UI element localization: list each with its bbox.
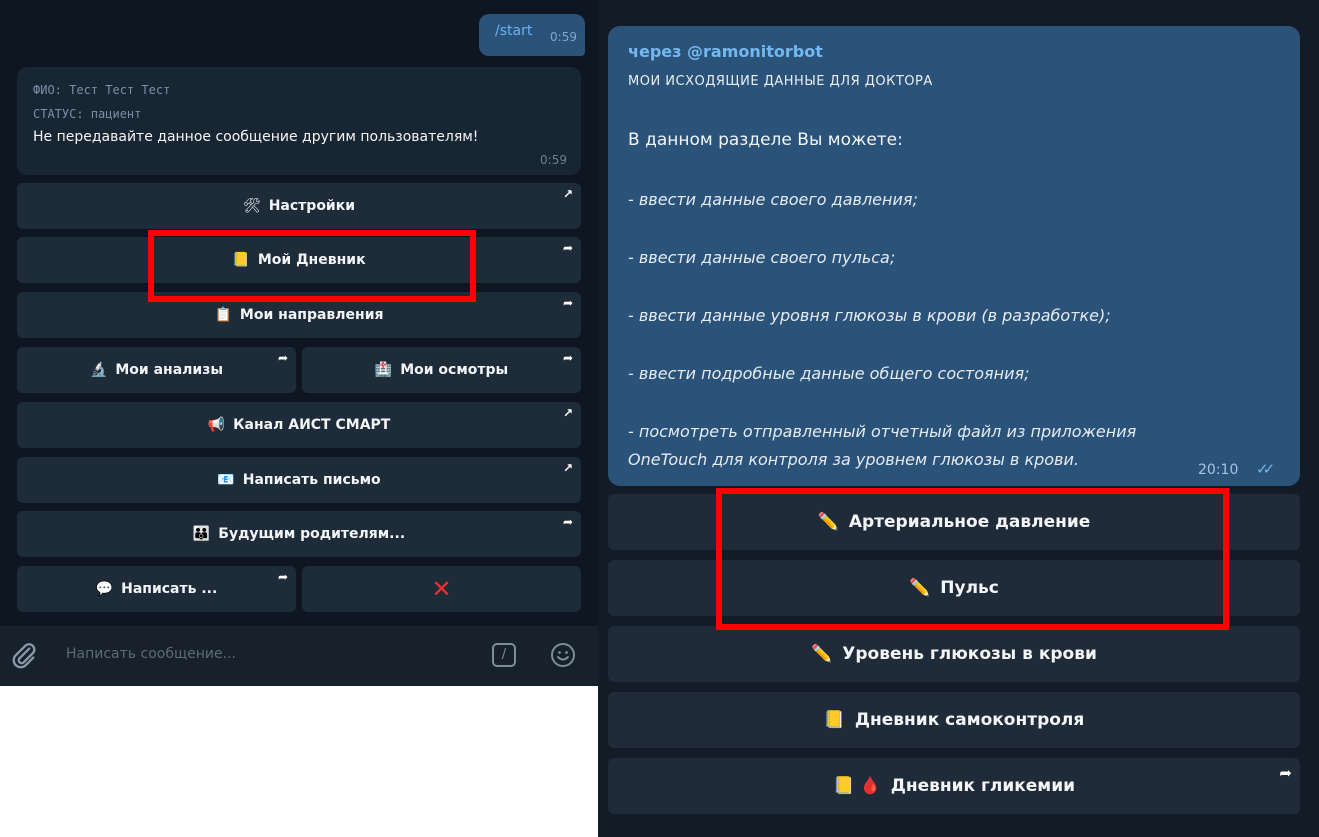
paperclip-icon[interactable] xyxy=(10,640,38,670)
channel-label: Канал АИСТ СМАРТ xyxy=(233,417,391,433)
tools-icon: 🛠 xyxy=(242,198,261,214)
right-chat-panel: через @ramonitorbot МОИ ИСХОДЯЩИЕ ДАННЫЕ… xyxy=(598,0,1319,837)
fio-line: ФИО: Тест Тест Тест xyxy=(33,83,171,97)
close-keyboard-button[interactable]: ✕ xyxy=(302,566,581,612)
glycemia-diary-button[interactable]: 📒 🩸 Дневник гликемии ➦ xyxy=(608,758,1300,814)
highlight-box-pressure-pulse xyxy=(716,488,1229,630)
highlight-box-diary xyxy=(148,230,476,302)
microscope-icon: 🔬 xyxy=(89,362,108,378)
slash-command-icon[interactable]: / xyxy=(492,643,516,667)
outgoing-text[interactable]: /start xyxy=(495,23,532,39)
analyses-button[interactable]: 🔬 Мои анализы ➦ xyxy=(17,347,296,393)
arrow-icon: ➦ xyxy=(277,351,288,365)
warning-line: Не передавайте данное сообщение другим п… xyxy=(33,129,479,145)
list-item: - ввести данные своего давления; xyxy=(628,190,918,209)
letter-button[interactable]: 📧 Написать письмо ↗ xyxy=(17,457,581,503)
analyses-label: Мои анализы xyxy=(115,362,224,378)
write-button[interactable]: 💬 Написать ... ➦ xyxy=(17,566,296,612)
email-icon: 📧 xyxy=(217,472,235,488)
glucose-label: Уровень глюкозы в крови xyxy=(842,644,1097,664)
message-composer: Написать сообщение... / xyxy=(0,626,598,686)
arrow-icon: ➦ xyxy=(277,570,288,584)
arrow-icon: ↗ xyxy=(562,461,573,475)
outgoing-message: /start 0:59 xyxy=(479,14,585,56)
notebook-blood-drop-icon: 📒 🩸 xyxy=(832,776,881,796)
hospital-icon: 🏥 xyxy=(374,362,393,378)
arrow-icon: ↗ xyxy=(562,406,573,420)
left-chat-panel: /start 0:59 ФИО: Тест Тест Тест СТАТУС: … xyxy=(0,0,598,686)
exams-label: Мои осмотры xyxy=(400,362,509,378)
megaphone-icon: 📢 xyxy=(207,417,226,433)
notebook-icon: 📒 xyxy=(823,710,845,730)
message-input[interactable]: Написать сообщение... xyxy=(66,646,236,662)
arrow-icon: ➦ xyxy=(562,515,573,529)
arrow-icon: ➦ xyxy=(562,296,573,310)
pencil-icon: ✏️ xyxy=(811,644,833,664)
list-item: - ввести подробные данные общего состоян… xyxy=(628,364,1030,383)
list-item: - посмотреть отправленный отчетный файл … xyxy=(628,422,1137,441)
bot-message: через @ramonitorbot МОИ ИСХОДЯЩИЕ ДАННЫЕ… xyxy=(608,26,1300,486)
speech-bubble-icon: 💬 xyxy=(95,581,114,597)
via-bot-link[interactable]: через @ramonitorbot xyxy=(628,42,823,61)
parents-label: Будущим родителям... xyxy=(218,526,406,542)
smile-icon[interactable] xyxy=(550,642,576,668)
settings-label: Настройки xyxy=(268,198,356,214)
selfcontrol-label: Дневник самоконтроля xyxy=(854,710,1085,730)
family-icon: 👪 xyxy=(192,526,211,542)
list-item: - ввести данные уровня глюкозы в крови (… xyxy=(628,306,1111,325)
glycemia-label: Дневник гликемии xyxy=(890,776,1076,796)
message-header: МОИ ИСХОДЯЩИЕ ДАННЫЕ ДЛЯ ДОКТОРА xyxy=(628,74,933,89)
selfcontrol-diary-button[interactable]: 📒 Дневник самоконтроля xyxy=(608,692,1300,748)
incoming-time: 0:59 xyxy=(540,153,567,167)
incoming-message: ФИО: Тест Тест Тест СТАТУС: пациент Не п… xyxy=(17,67,581,175)
outgoing-time: 0:59 xyxy=(550,30,577,44)
arrow-icon: ➦ xyxy=(562,241,573,255)
parents-button[interactable]: 👪 Будущим родителям... ➦ xyxy=(17,511,581,557)
write-label: Написать ... xyxy=(121,581,218,597)
exams-button[interactable]: 🏥 Мои осмотры ➦ xyxy=(302,347,581,393)
channel-button[interactable]: 📢 Канал АИСТ СМАРТ ↗ xyxy=(17,402,581,448)
referrals-label: Мои направления xyxy=(239,307,384,323)
bot-message-time: 20:10 xyxy=(1198,462,1239,478)
status-line: СТАТУС: пациент xyxy=(33,107,142,121)
arrow-icon: ↗ xyxy=(562,187,573,201)
clipboard-icon: 📋 xyxy=(214,307,232,323)
arrow-icon: ➦ xyxy=(562,351,573,365)
settings-button[interactable]: 🛠 Настройки ↗ xyxy=(17,183,581,229)
list-item: OneTouch для контроля за уровнем глюкозы… xyxy=(628,450,1079,469)
letter-label: Написать письмо xyxy=(242,472,381,488)
read-ticks-icon: ✓✓ xyxy=(1256,460,1275,478)
list-item: - ввести данные своего пульса; xyxy=(628,248,896,267)
arrow-icon: ➦ xyxy=(1279,764,1292,782)
red-x-icon: ✕ xyxy=(431,575,452,603)
message-intro: В данном разделе Вы можете: xyxy=(628,130,903,150)
glucose-button[interactable]: ✏️ Уровень глюкозы в крови xyxy=(608,626,1300,682)
